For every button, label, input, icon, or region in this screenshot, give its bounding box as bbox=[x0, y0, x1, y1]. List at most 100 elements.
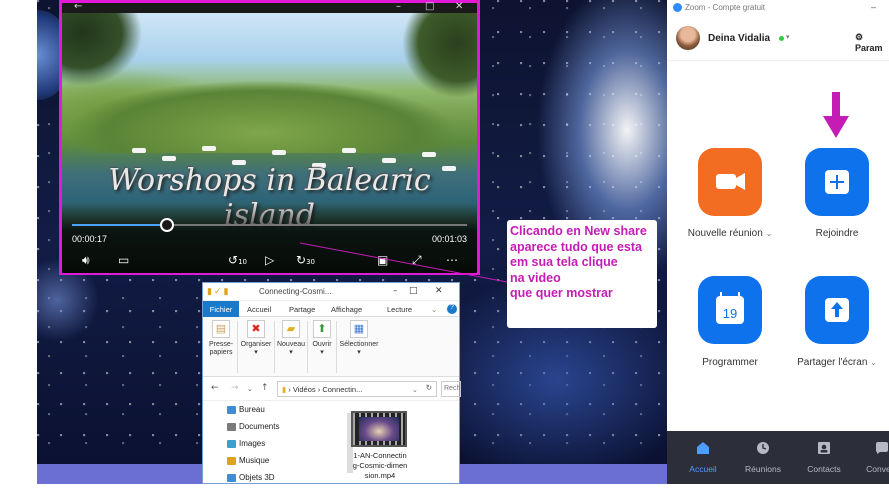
tree-item-label: Images bbox=[239, 439, 266, 448]
explorer-title: Connecting-Cosmi... bbox=[259, 287, 332, 296]
tab-accueil[interactable]: Accueil bbox=[247, 301, 271, 317]
annotation-line-4: na video bbox=[510, 270, 561, 285]
ouvrir-label: Ouvrir bbox=[312, 341, 332, 348]
nouveau-button[interactable]: ▰ Nouveau ▾ bbox=[276, 320, 306, 357]
settings-button[interactable]: ⚙ Param bbox=[855, 32, 889, 53]
volume-icon[interactable]: 🔊︎ bbox=[82, 253, 90, 268]
header-divider bbox=[667, 60, 889, 61]
clipboard-icon: ▤ bbox=[212, 320, 230, 338]
tree-item-label: Bureau bbox=[239, 405, 265, 414]
tree-item[interactable]: Musique bbox=[227, 456, 337, 473]
folder-icon bbox=[227, 457, 236, 465]
ouvrir-button[interactable]: ⬆ Ouvrir ▾ bbox=[309, 320, 335, 357]
avatar[interactable] bbox=[676, 26, 700, 50]
address-row: ← → ⌄ ↑ ▮ › Vidéos › Connectin... ⌄ ↻ Re… bbox=[203, 377, 461, 401]
share-screen-chevron-icon[interactable]: ⌄ bbox=[870, 358, 877, 367]
video-frame[interactable]: Worshops in Balearic island 00:00:17 00:… bbox=[62, 13, 477, 273]
user-menu-chevron-icon[interactable]: ▾ bbox=[786, 33, 790, 41]
skip-back-label: 10 bbox=[238, 258, 247, 266]
open-icon: ⬆ bbox=[313, 320, 331, 338]
share-screen-text: Partager l'écran bbox=[797, 357, 868, 368]
refresh-icon[interactable]: ↻ bbox=[426, 383, 432, 392]
address-part-1[interactable]: Vidéos bbox=[293, 385, 316, 394]
skip-forward-icon[interactable]: ↻30 bbox=[296, 253, 315, 267]
address-bar[interactable]: ▮ › Vidéos › Connectin... ⌄ ↻ bbox=[277, 381, 437, 397]
nav-item-contacts[interactable]: Contacts bbox=[794, 431, 854, 477]
miniplayer-icon[interactable]: ▣ bbox=[377, 253, 388, 267]
close-button[interactable]: ✕ bbox=[455, 1, 463, 12]
video-camera-icon bbox=[716, 173, 745, 190]
share-screen-button[interactable] bbox=[805, 276, 869, 344]
share-screen-icon bbox=[825, 298, 849, 322]
dropdown-chevron-icon[interactable]: ⌄ bbox=[412, 385, 418, 394]
presse-papiers-button[interactable]: ▤ Presse- papiers bbox=[207, 320, 235, 357]
video-titlebar: ← – □ ✕ bbox=[62, 1, 477, 13]
explorer-titlebar: ▮✓▮ Connecting-Cosmi... – □ ✕ bbox=[203, 283, 459, 301]
settings-label: Param bbox=[855, 43, 883, 53]
search-input[interactable]: Rech bbox=[441, 381, 461, 397]
quick-access-icons[interactable]: ▮✓▮ bbox=[207, 286, 230, 297]
organiser-button[interactable]: ✖ Organiser ▾ bbox=[239, 320, 273, 357]
folder-icon bbox=[227, 474, 236, 482]
nav-item-reunions[interactable]: Réunions bbox=[733, 431, 793, 477]
tab-affichage[interactable]: Affichage bbox=[331, 301, 362, 317]
help-icon[interactable]: ? bbox=[447, 304, 457, 314]
progress-thumb[interactable] bbox=[159, 218, 174, 232]
bottom-nav: Accueil Réunions Contacts Convers bbox=[667, 431, 889, 484]
file-name-line-3: sion.mp4 bbox=[364, 471, 396, 480]
play-icon[interactable]: ▷ bbox=[265, 253, 274, 267]
presse-papiers-label-2: papiers bbox=[209, 349, 233, 356]
skip-forward-label: 30 bbox=[306, 258, 315, 266]
back-arrow-icon[interactable]: ← bbox=[211, 383, 219, 393]
file-name-line-2: g-Cosmic-dimen bbox=[352, 461, 408, 470]
user-name[interactable]: Deina Vidalia bbox=[708, 33, 770, 44]
selectionner-button[interactable]: ▦ Sélectionner ▾ bbox=[337, 320, 381, 357]
close-button[interactable]: ✕ bbox=[435, 286, 443, 296]
back-arrow-icon[interactable]: ← bbox=[74, 1, 82, 12]
home-icon bbox=[697, 442, 709, 454]
maximize-button[interactable]: □ bbox=[425, 1, 434, 12]
new-meeting-label: Nouvelle réunion ⌄ bbox=[675, 228, 785, 239]
forward-arrow-icon[interactable]: → bbox=[231, 383, 239, 393]
video-controls: 00:00:17 00:01:03 🔊︎ ▭ ↺10 ▷ ↻30 ▣ ⤢ ⋯ bbox=[62, 203, 477, 273]
time-total: 00:01:03 bbox=[431, 234, 467, 244]
chat-icon bbox=[876, 442, 888, 454]
collapse-ribbon-icon[interactable]: ⌄ bbox=[431, 301, 437, 317]
nav-label-reunions: Réunions bbox=[745, 464, 781, 474]
tree-item[interactable]: Objets 3D bbox=[227, 473, 337, 490]
nav-item-conversations[interactable]: Convers bbox=[852, 431, 889, 477]
new-meeting-chevron-icon[interactable]: ⌄ bbox=[766, 229, 773, 238]
progress-bar[interactable] bbox=[72, 218, 467, 232]
tree-item-label: Objets 3D bbox=[239, 473, 275, 482]
schedule-button[interactable]: 19 bbox=[698, 276, 762, 344]
tab-fichier[interactable]: Fichier bbox=[203, 301, 239, 317]
plus-icon bbox=[825, 170, 849, 194]
minimize-button[interactable]: – bbox=[396, 1, 401, 12]
join-button[interactable] bbox=[805, 148, 869, 216]
address-separator-2: › bbox=[317, 385, 321, 394]
folder-icon bbox=[227, 406, 236, 414]
video-file-thumbnail[interactable] bbox=[351, 411, 407, 447]
schedule-label: Programmer bbox=[702, 357, 758, 368]
address-part-2[interactable]: Connectin... bbox=[322, 385, 362, 394]
maximize-button[interactable]: □ bbox=[409, 286, 418, 296]
new-meeting-button[interactable] bbox=[698, 148, 762, 216]
status-dot bbox=[779, 36, 784, 41]
join-label: Rejoindre bbox=[815, 228, 859, 239]
minimize-button[interactable]: – bbox=[393, 286, 398, 296]
tree-item[interactable]: Bureau bbox=[227, 405, 337, 422]
nav-label-accueil: Accueil bbox=[689, 464, 717, 474]
tab-lecture[interactable]: Lecture bbox=[387, 301, 412, 317]
more-icon[interactable]: ⋯ bbox=[446, 253, 458, 267]
subtitles-icon[interactable]: ▭ bbox=[118, 253, 129, 267]
video-file-name[interactable]: 1-AN-Connectin g-Cosmic-dimen sion.mp4 bbox=[343, 451, 417, 481]
skip-back-icon[interactable]: ↺10 bbox=[228, 253, 247, 267]
fullscreen-icon[interactable]: ⤢ bbox=[412, 253, 422, 268]
up-arrow-icon[interactable]: ↑ bbox=[261, 383, 269, 393]
recent-chevron-icon[interactable]: ⌄ bbox=[247, 385, 253, 393]
tree-item[interactable]: Documents bbox=[227, 422, 337, 439]
tree-item[interactable]: Images bbox=[227, 439, 337, 456]
nav-item-accueil[interactable]: Accueil bbox=[673, 431, 733, 477]
minimize-button[interactable]: – bbox=[871, 2, 876, 12]
tab-partage[interactable]: Partage bbox=[289, 301, 315, 317]
